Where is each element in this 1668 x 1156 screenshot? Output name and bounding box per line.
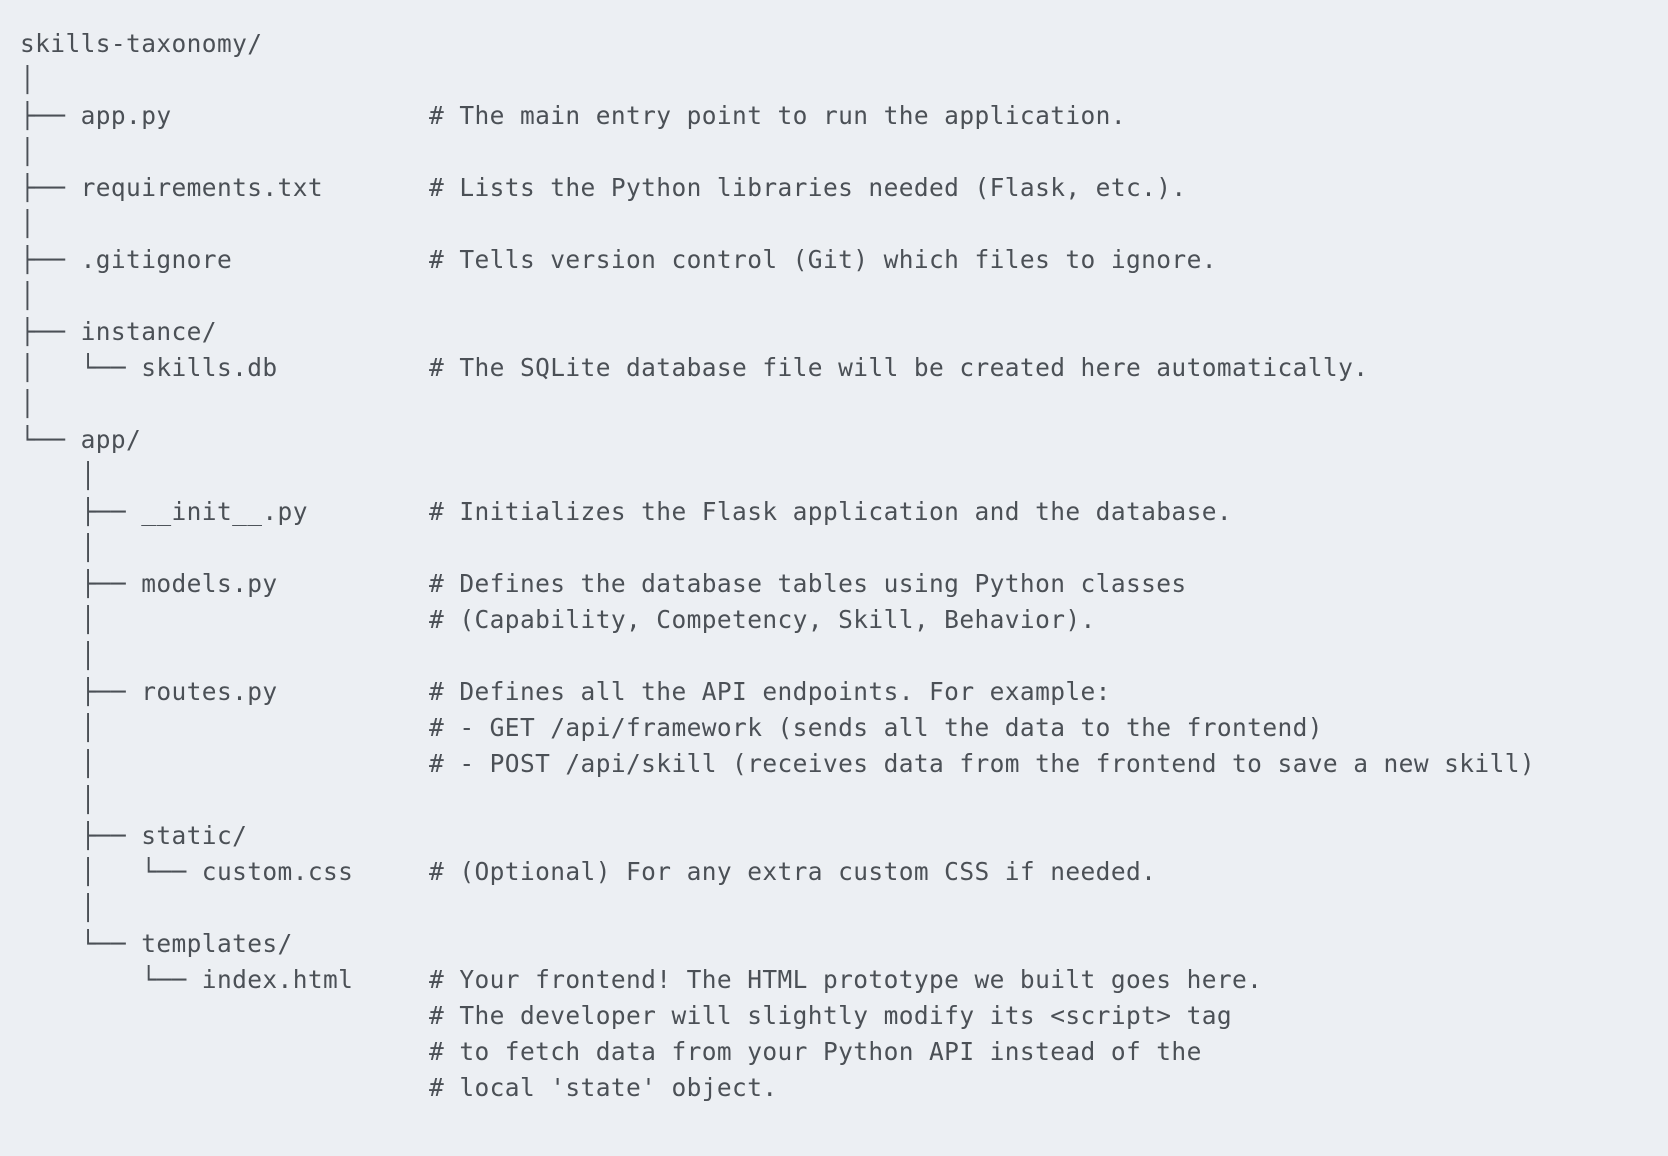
- tree-line-app-dir: └── app/: [20, 425, 142, 454]
- tree-line-templates-dir: └── templates/: [20, 929, 293, 958]
- tree-line-gitignore: ├── .gitignore # Tells version control (…: [20, 245, 1217, 274]
- code-block: skills-taxonomy/ │ ├── app.py # The main e…: [0, 0, 1668, 1156]
- tree-line-requirements: ├── requirements.txt # Lists the Python …: [20, 173, 1187, 202]
- tree-line-custom-css: │ └── custom.css # (Optional) For any ex…: [20, 857, 1157, 886]
- tree-line-comment: │ # - GET /api/framework (sends all the …: [20, 713, 1323, 742]
- tree-line-models-py: ├── models.py # Defines the database tab…: [20, 569, 1187, 598]
- tree-line-comment: # to fetch data from your Python API ins…: [20, 1037, 1202, 1066]
- tree-line-routes-py: ├── routes.py # Defines all the API endp…: [20, 677, 1111, 706]
- tree-line-root: skills-taxonomy/: [20, 29, 263, 58]
- directory-tree: skills-taxonomy/ │ ├── app.py # The main e…: [20, 26, 1535, 1106]
- tree-line-connector: │: [20, 893, 96, 922]
- tree-line-connector: │: [20, 389, 36, 418]
- tree-line-static-dir: ├── static/: [20, 821, 248, 850]
- tree-line-connector: │: [20, 785, 96, 814]
- tree-line-comment: │ # - POST /api/skill (receives data fro…: [20, 749, 1536, 778]
- tree-line-instance-dir: ├── instance/: [20, 317, 217, 346]
- tree-line-connector: │: [20, 209, 36, 238]
- tree-line-comment: # local 'state' object.: [20, 1073, 778, 1102]
- tree-line-app-py: ├── app.py # The main entry point to run…: [20, 101, 1126, 130]
- tree-line-skills-db: │ └── skills.db # The SQLite database fi…: [20, 353, 1369, 382]
- tree-line-connector: │: [20, 461, 96, 490]
- tree-line-comment: # The developer will slightly modify its…: [20, 1001, 1233, 1030]
- tree-line-comment: │ # (Capability, Competency, Skill, Beha…: [20, 605, 1096, 634]
- tree-line-connector: │: [20, 65, 36, 94]
- tree-line-connector: │: [20, 641, 96, 670]
- tree-line-init-py: ├── __init__.py # Initializes the Flask …: [20, 497, 1233, 526]
- tree-line-connector: │: [20, 281, 36, 310]
- tree-line-index-html: └── index.html # Your frontend! The HTML…: [20, 965, 1263, 994]
- tree-line-connector: │: [20, 137, 36, 166]
- tree-line-connector: │: [20, 533, 96, 562]
